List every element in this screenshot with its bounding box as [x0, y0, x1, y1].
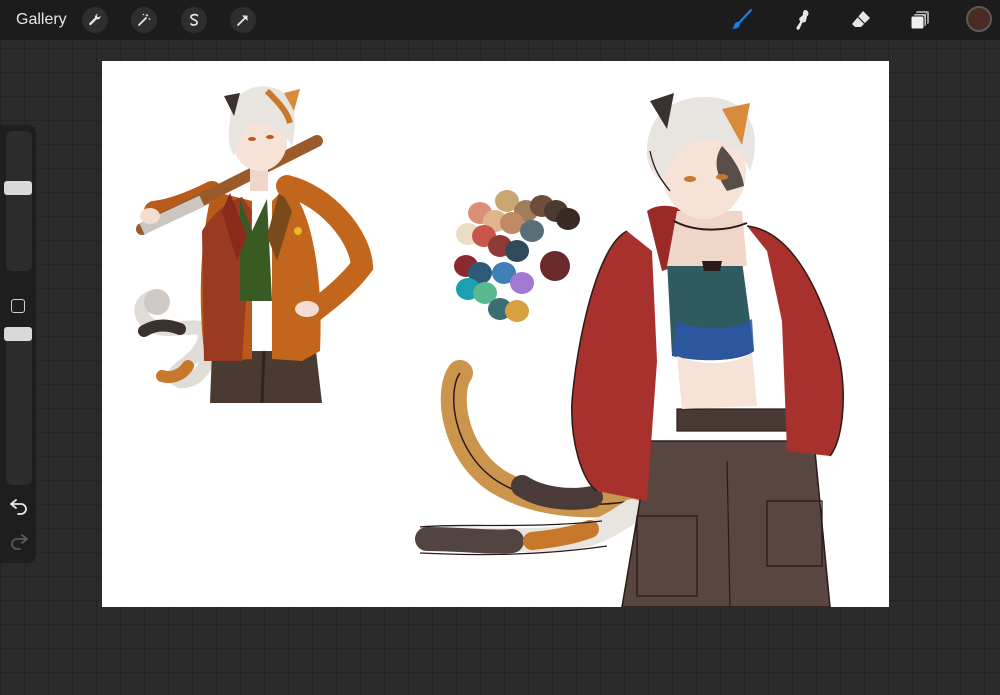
palette-swatch: [520, 220, 544, 242]
brush-tool-button[interactable]: [728, 6, 756, 34]
color-picker-swatch[interactable]: [966, 6, 992, 32]
undo-icon[interactable]: [8, 496, 30, 516]
modify-button[interactable]: [11, 299, 25, 313]
wrench-icon: [89, 13, 101, 26]
color-palette-swatches: [454, 190, 580, 322]
adjustments-button[interactable]: [131, 7, 157, 33]
actions-wrench-button[interactable]: [82, 7, 108, 33]
transform-arrow-icon: [237, 15, 248, 26]
right-character-sketch: [415, 93, 844, 607]
smudge-icon: [796, 10, 809, 30]
brush-size-slider-thumb[interactable]: [4, 181, 32, 196]
selection-icon: [190, 13, 199, 26]
gallery-button[interactable]: Gallery: [16, 10, 67, 30]
eraser-tool-button[interactable]: [847, 6, 875, 34]
palette-swatch: [510, 272, 534, 294]
left-sidebar: [0, 125, 36, 563]
palette-swatch: [540, 251, 570, 281]
drawing-canvas[interactable]: [102, 61, 889, 607]
brush-size-slider[interactable]: [6, 131, 32, 271]
eraser-icon: [852, 11, 870, 27]
top-toolbar: Gallery: [0, 0, 1000, 40]
selection-button[interactable]: [181, 7, 207, 33]
opacity-slider-thumb[interactable]: [4, 326, 32, 341]
palette-swatch: [556, 208, 580, 230]
artwork: [134, 86, 844, 607]
redo-icon[interactable]: [8, 531, 30, 551]
smudge-tool-button[interactable]: [788, 6, 816, 34]
opacity-slider[interactable]: [6, 329, 32, 485]
layers-icon: [910, 11, 929, 30]
palette-swatch: [505, 240, 529, 262]
magic-wand-icon: [138, 13, 151, 26]
palette-swatch: [505, 300, 529, 322]
left-character-illustration: [134, 86, 374, 404]
layers-button[interactable]: [906, 6, 934, 34]
brush-icon: [732, 8, 753, 29]
transform-button[interactable]: [230, 7, 256, 33]
